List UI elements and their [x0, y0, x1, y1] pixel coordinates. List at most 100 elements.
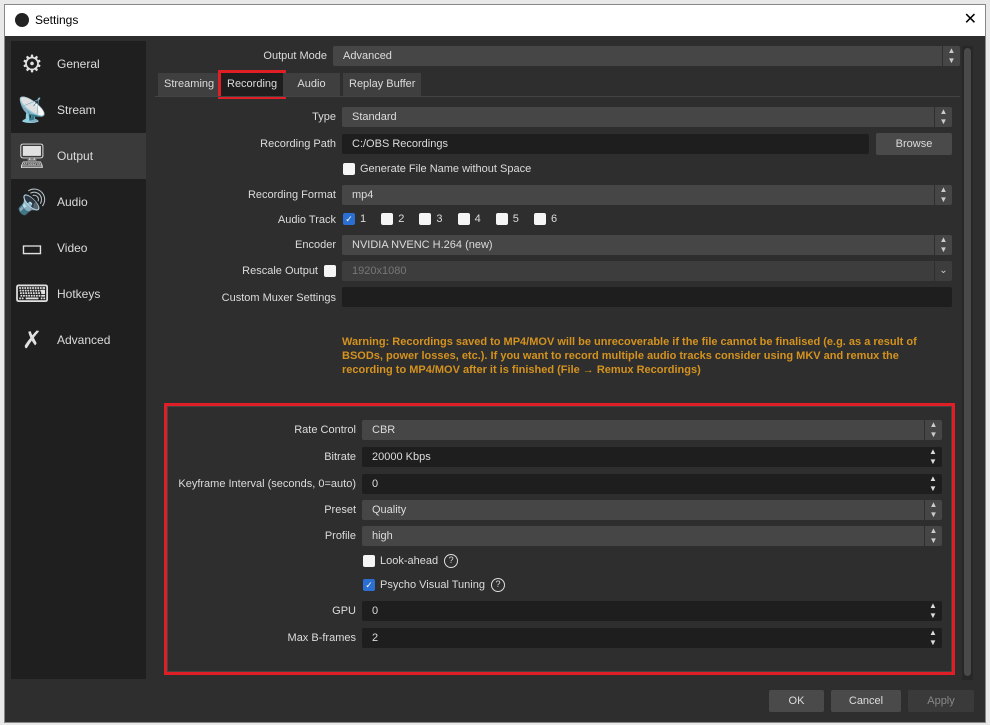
audio-track-group: ✓ 1 2 3 4 5 6 [343, 213, 558, 226]
chevron-updown-icon: ▲ ▼ [924, 526, 942, 546]
keyframe-interval-label: Keyframe Interval (seconds, 0=auto) [178, 478, 356, 490]
sidebar-item-label: Stream [57, 103, 96, 117]
sidebar-item-label: Advanced [57, 333, 111, 347]
track-label: 2 [398, 213, 405, 225]
spin-arrows-icon[interactable]: ▲ ▼ [924, 474, 942, 494]
custom-muxer-label: Custom Muxer Settings [221, 292, 336, 304]
checkbox-label: Psycho Visual Tuning [380, 578, 485, 591]
track-3-checkbox[interactable]: 3 [419, 213, 443, 226]
profile-select[interactable]: high ▲ ▼ [362, 526, 942, 546]
tab-audio[interactable]: Audio [283, 73, 340, 96]
sidebar-item-label: General [57, 57, 100, 71]
gpu-label: GPU [332, 605, 356, 617]
help-icon[interactable]: ? [444, 554, 459, 568]
keyboard-icon: ⌨ [14, 280, 50, 308]
sidebar-item-label: Output [57, 149, 94, 163]
help-icon[interactable]: ? [490, 578, 505, 592]
keyframe-spinbox[interactable]: 0 ▲ ▼ [362, 474, 942, 494]
recording-path-input[interactable]: C:/OBS Recordings [342, 134, 869, 154]
sidebar-item-stream[interactable]: 📡 Stream [11, 87, 146, 133]
monitor-icon: ▭ [20, 234, 44, 262]
track-6-checkbox[interactable]: 6 [533, 213, 558, 226]
track-5-checkbox[interactable]: 5 [495, 213, 519, 226]
sidebar-item-advanced[interactable]: ✗ Advanced [11, 317, 146, 363]
preset-select[interactable]: Quality ▲ ▼ [362, 500, 942, 520]
sidebar-item-hotkeys[interactable]: ⌨ Hotkeys [11, 271, 146, 317]
window-title: Settings [35, 13, 79, 27]
mp4-warning-text: Warning: Recordings saved to MP4/MOV wil… [342, 336, 917, 376]
output-mode-label: Output Mode [263, 50, 327, 62]
checkbox-icon [495, 213, 508, 226]
track-label: 4 [474, 213, 481, 225]
spin-arrows-icon[interactable]: ▲ ▼ [924, 447, 942, 467]
rate-control-select[interactable]: CBR ▲ ▼ [362, 420, 942, 440]
gpu-spinbox[interactable]: 0 ▲ ▼ [362, 601, 942, 621]
checkbox-icon [343, 163, 355, 176]
chevron-down-icon: ⌄ [934, 261, 952, 281]
checkbox-icon [457, 213, 470, 226]
track-4-checkbox[interactable]: 4 [457, 213, 481, 226]
tab-replay-buffer[interactable]: Replay Buffer [343, 73, 422, 96]
audio-track-label: Audio Track [277, 214, 336, 226]
sidebar-item-output[interactable]: 🖥 Output [11, 133, 146, 179]
format-value: mp4 [352, 189, 374, 201]
check-icon: ✓ [343, 213, 355, 226]
tools-icon: ✗ [21, 326, 43, 354]
max-bframes-label: Max B-frames [287, 632, 356, 644]
bitrate-spinbox[interactable]: 20000 Kbps ▲ ▼ [362, 447, 942, 467]
track-1-checkbox[interactable]: ✓ 1 [343, 213, 366, 226]
gear-icon: ⚙ [21, 50, 43, 78]
chevron-updown-icon: ▲ ▼ [924, 500, 942, 520]
recording-format-select[interactable]: mp4 ▲ ▼ [342, 185, 952, 205]
track-label: 5 [512, 213, 519, 225]
check-icon: ✓ [363, 579, 375, 591]
browse-button[interactable]: Browse [876, 133, 952, 155]
custom-muxer-input[interactable] [342, 287, 952, 307]
rate-value: CBR [372, 424, 396, 436]
checkbox-icon [533, 213, 546, 226]
type-value: Standard [352, 111, 397, 123]
scrollbar[interactable] [962, 46, 973, 680]
profile-value: high [372, 530, 393, 542]
checkbox-icon [363, 555, 375, 567]
obs-logo-icon [15, 13, 29, 27]
psycho-visual-checkbox[interactable]: ✓ Psycho Visual Tuning? [363, 578, 505, 592]
scrollbar-thumb[interactable] [964, 48, 971, 676]
lookahead-checkbox[interactable]: Look-ahead? [363, 554, 459, 568]
rescale-output-checkbox[interactable] [324, 265, 336, 277]
sidebar-item-video[interactable]: ▭ Video [11, 225, 146, 271]
type-select[interactable]: Standard ▲ ▼ [342, 107, 952, 127]
close-icon[interactable]: ✕ [964, 9, 977, 29]
recording-format-label: Recording Format [247, 189, 336, 201]
cancel-button[interactable]: Cancel [831, 690, 901, 712]
encoder-select[interactable]: NVIDIA NVENC H.264 (new) ▲ ▼ [342, 235, 952, 255]
tab-streaming[interactable]: Streaming [158, 73, 221, 96]
bitrate-label: Bitrate [324, 451, 356, 463]
spin-arrows-icon[interactable]: ▲ ▼ [924, 628, 942, 648]
checkbox-icon [419, 213, 432, 226]
encoder-value: NVIDIA NVENC H.264 (new) [352, 239, 493, 251]
sidebar-item-label: Video [57, 241, 88, 255]
generate-filename-checkbox[interactable]: Generate File Name without Space [343, 163, 531, 176]
sidebar-item-general[interactable]: ⚙ General [11, 41, 146, 87]
sidebar-item-audio[interactable]: 🔊 Audio [11, 179, 146, 225]
spin-arrows-icon[interactable]: ▲ ▼ [924, 601, 942, 621]
bframes-value: 2 [372, 632, 379, 644]
track-label: 6 [550, 213, 558, 225]
chevron-updown-icon: ▲ ▼ [942, 46, 960, 66]
output-mode-value: Advanced [343, 50, 392, 62]
ok-button[interactable]: OK [769, 690, 824, 712]
checkbox-icon [381, 213, 394, 226]
track-2-checkbox[interactable]: 2 [381, 213, 405, 226]
output-mode-select[interactable]: Advanced ▲ ▼ [333, 46, 960, 66]
tab-recording[interactable]: Recording [217, 70, 287, 99]
encoder-label: Encoder [295, 239, 336, 251]
sidebar-item-label: Hotkeys [57, 287, 101, 301]
title-bar: Settings ✕ [5, 5, 985, 36]
max-bframes-spinbox[interactable]: 2 ▲ ▼ [362, 628, 942, 648]
rescale-select[interactable]: 1920x1080 ⌄ [342, 261, 952, 281]
chevron-updown-icon: ▲ ▼ [934, 235, 952, 255]
tab-divider [155, 96, 960, 97]
chevron-updown-icon: ▲ ▼ [924, 420, 942, 440]
apply-button[interactable]: Apply [908, 690, 974, 712]
